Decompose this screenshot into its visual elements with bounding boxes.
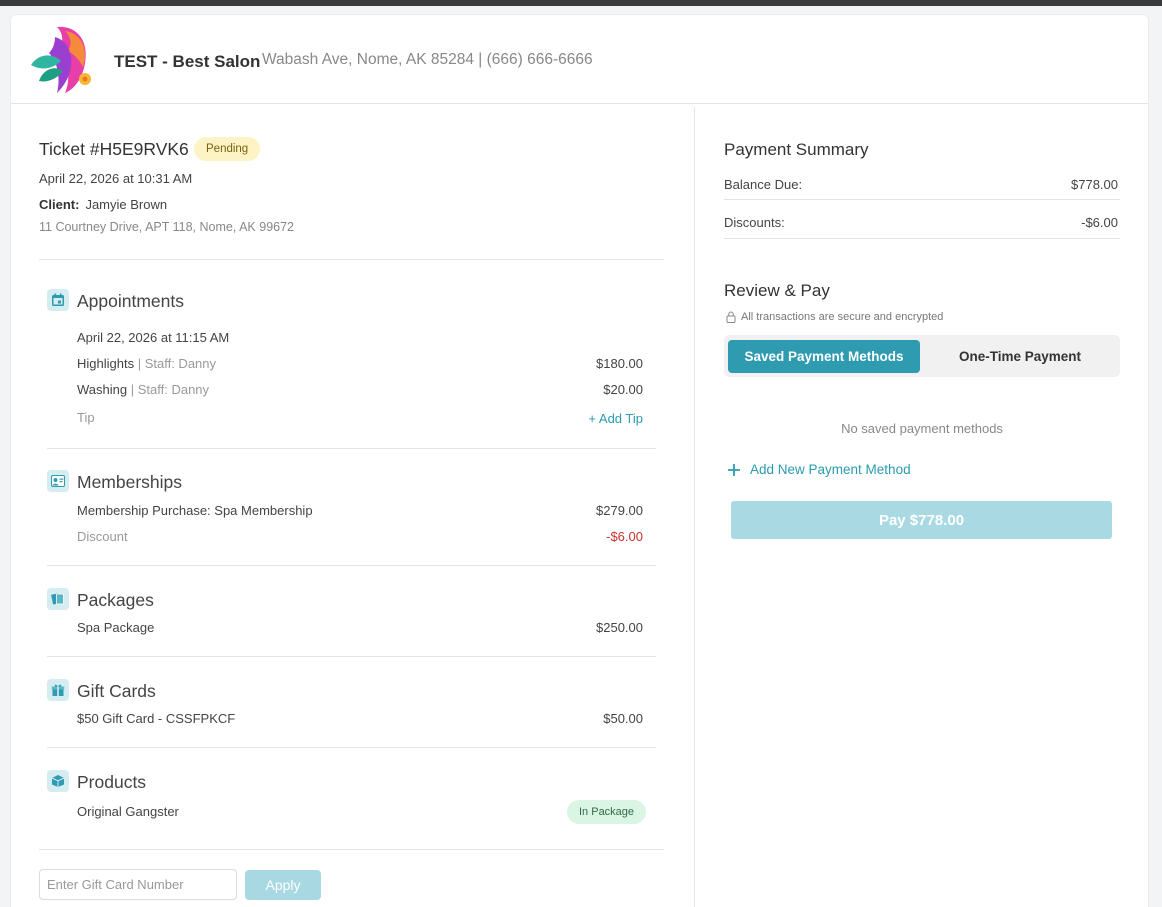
memberships-title: Memberships — [77, 472, 183, 492]
divider — [47, 747, 656, 748]
package-cards-icon — [47, 588, 69, 610]
service-staff: | Staff: Danny — [137, 356, 217, 371]
client-address: 11 Courtney Drive, APT 118, Nome, AK 996… — [39, 220, 295, 234]
discount-value: -$6.00 — [606, 529, 643, 544]
divider — [47, 565, 656, 566]
status-badge: Pending — [194, 137, 261, 161]
salon-name: TEST - Best Salon — [114, 52, 261, 71]
ticket-title: Ticket #H5E9RVK6 — [39, 139, 189, 159]
balance-due-value: $778.00 — [1071, 177, 1118, 192]
client-label: Client: — [39, 197, 80, 212]
tip-label: Tip — [77, 410, 95, 425]
service-row: Highlights | Staff: Danny — [77, 356, 216, 371]
add-payment-method-label: Add New Payment Method — [750, 462, 911, 477]
review-pay-title: Review & Pay — [724, 281, 830, 300]
ticket-date: April 22, 2026 at 10:31 AM — [39, 171, 193, 186]
discount-label: Discount — [77, 529, 128, 544]
empty-state-text: No saved payment methods — [841, 421, 1003, 436]
in-package-badge: In Package — [567, 800, 647, 824]
balance-due-label: Balance Due: — [724, 177, 803, 192]
lock-icon — [726, 311, 736, 323]
appointment-date: April 22, 2026 at 11:15 AM — [77, 330, 230, 345]
salon-header: TEST - Best Salon Wabash Ave, Nome, AK 8… — [11, 15, 1148, 104]
appointments-title: Appointments — [77, 291, 185, 311]
product-item: Original Gangster — [77, 804, 179, 819]
gift-card-input[interactable] — [39, 869, 237, 900]
calendar-icon — [47, 289, 69, 311]
products-title: Products — [77, 772, 147, 792]
divider — [39, 259, 664, 260]
divider — [47, 448, 656, 449]
package-item: Spa Package — [77, 620, 155, 635]
service-price: $180.00 — [596, 356, 643, 371]
divider — [724, 199, 1120, 200]
gift-cards-title: Gift Cards — [77, 681, 156, 701]
secure-note: All transactions are secure and encrypte… — [726, 311, 943, 323]
tab-saved-payment-methods[interactable]: Saved Payment Methods — [728, 340, 920, 373]
secure-text: All transactions are secure and encrypte… — [741, 311, 944, 323]
member-card-icon — [47, 470, 69, 492]
divider — [724, 238, 1120, 239]
tab-one-time-payment[interactable]: One-Time Payment — [924, 340, 1116, 373]
apply-button[interactable]: Apply — [245, 870, 321, 900]
add-tip-link[interactable]: + Add Tip — [588, 411, 643, 426]
service-staff: | Staff: Danny — [130, 382, 210, 397]
gift-card-price: $50.00 — [603, 711, 643, 726]
checkout-card: TEST - Best Salon Wabash Ave, Nome, AK 8… — [10, 14, 1149, 907]
salon-address: Wabash Ave, Nome, AK 85284 | (666) 666-6… — [262, 51, 593, 68]
client-name: Jamyie Brown — [85, 197, 168, 212]
membership-price: $279.00 — [596, 503, 643, 518]
add-payment-method-link[interactable]: Add New Payment Method — [727, 462, 911, 477]
service-row: Washing | Staff: Danny — [77, 382, 209, 397]
column-divider — [694, 107, 695, 907]
pay-button[interactable]: Pay $778.00 — [731, 501, 1112, 539]
divider — [39, 849, 664, 850]
discounts-value: -$6.00 — [1081, 215, 1118, 230]
box-icon — [47, 770, 69, 792]
window-top-bar — [0, 0, 1162, 6]
payment-tabs: Saved Payment Methods One-Time Payment — [724, 335, 1120, 377]
gift-icon — [47, 679, 69, 701]
payment-summary-title: Payment Summary — [724, 140, 869, 159]
package-price: $250.00 — [596, 620, 643, 635]
membership-item: Membership Purchase: Spa Membership — [77, 503, 313, 518]
packages-title: Packages — [77, 590, 154, 610]
service-price: $20.00 — [603, 382, 643, 397]
client-line: Client: Jamyie Brown — [39, 197, 167, 212]
service-name: Washing — [77, 382, 128, 397]
discounts-label: Discounts: — [724, 215, 785, 230]
plus-icon — [728, 463, 740, 476]
gift-card-item: $50 Gift Card - CSSFPKCF — [77, 711, 236, 726]
divider — [47, 656, 656, 657]
salon-logo-icon — [31, 26, 91, 94]
service-name: Highlights — [77, 356, 135, 371]
